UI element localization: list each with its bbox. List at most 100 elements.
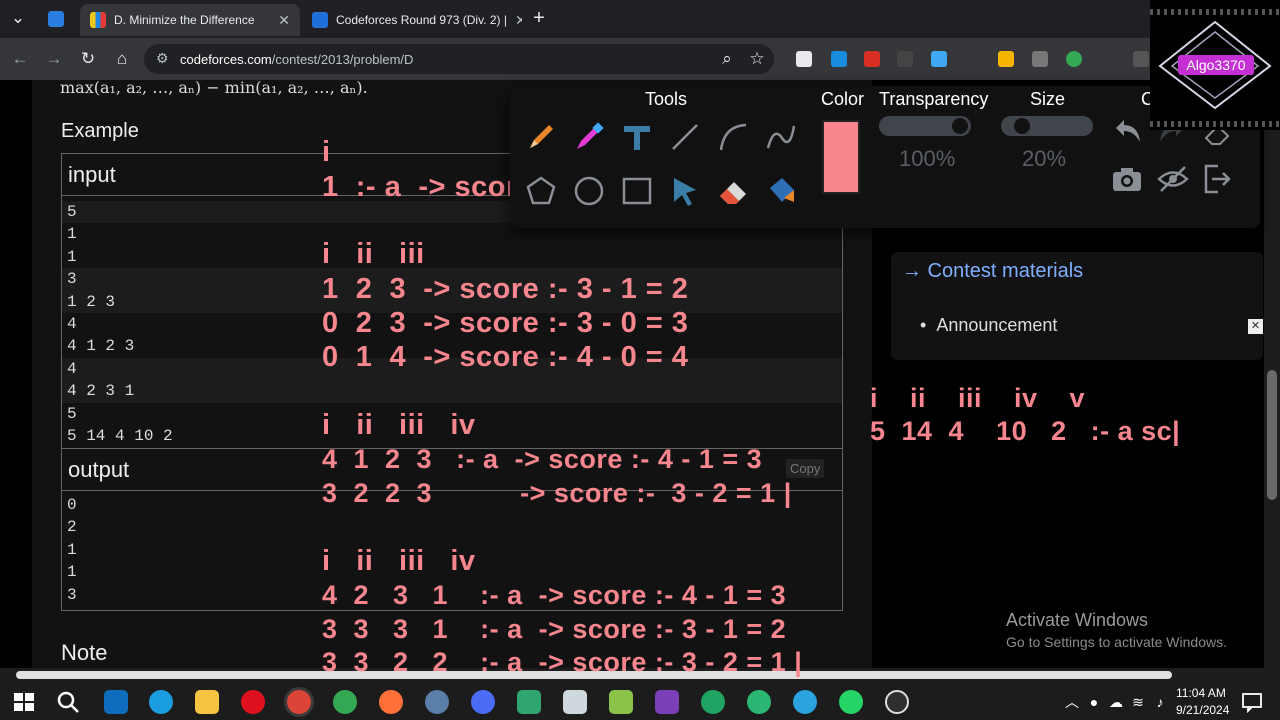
note-title: Note: [61, 640, 108, 665]
extension-grid-icon[interactable]: [796, 51, 812, 67]
zoom-icon[interactable]: ⌕: [715, 47, 739, 71]
url-path: /contest/2013/problem/D: [271, 51, 414, 67]
close-tab-icon[interactable]: ✕: [278, 12, 290, 29]
color-swatch[interactable]: [822, 120, 860, 194]
tab-minimize-difference[interactable]: D. Minimize the Difference ✕: [80, 4, 300, 36]
extension-chart-icon[interactable]: [998, 51, 1014, 67]
close-small-icon[interactable]: ✕: [1248, 319, 1263, 334]
close-tab-icon[interactable]: ✕: [515, 12, 522, 29]
highlighter-icon[interactable]: [570, 118, 608, 156]
curve-tool-icon[interactable]: [762, 118, 800, 156]
cube-app-icon[interactable]: [517, 690, 541, 714]
chrome-active-icon[interactable]: [287, 690, 311, 714]
firefox-icon[interactable]: [379, 690, 403, 714]
code-app-icon[interactable]: [701, 690, 725, 714]
extension-download-icon[interactable]: [1032, 51, 1048, 67]
windows-start-icon[interactable]: [12, 690, 36, 714]
extension-gem-icon[interactable]: [931, 51, 947, 67]
edge-icon[interactable]: [149, 690, 173, 714]
pencil-icon[interactable]: [522, 118, 560, 156]
green-app-icon[interactable]: [747, 690, 771, 714]
clock-time[interactable]: 11:04 AM: [1176, 686, 1226, 700]
activate-windows-title: Activate Windows: [1006, 610, 1149, 630]
tab-codeforces-round[interactable]: Codeforces Round 973 (Div. 2) | ✕: [302, 4, 522, 36]
tools-header: Tools: [645, 89, 688, 109]
tab-title: Codeforces Round 973 (Div. 2) |: [336, 13, 507, 27]
camera-icon[interactable]: [1108, 160, 1146, 198]
fill-bucket-icon[interactable]: [762, 172, 800, 210]
annotation-line: 5 14 4 10 2 :- a sc|: [870, 416, 1181, 446]
new-tab-button[interactable]: +: [527, 6, 551, 30]
eraser-icon[interactable]: [714, 172, 752, 210]
channel-logo-text: Algo3370: [1178, 55, 1254, 75]
opera-icon[interactable]: [241, 690, 265, 714]
back-arrow-icon[interactable]: ←: [8, 47, 32, 71]
cloud-icon[interactable]: ☁: [1104, 690, 1128, 714]
exit-icon[interactable]: [1198, 160, 1236, 198]
size-slider-knob[interactable]: [1014, 118, 1030, 134]
file-explorer-icon[interactable]: [195, 690, 219, 714]
annotation-line: 1 2 3 -> score :- 3 - 1 = 2: [322, 273, 689, 305]
extension-plus-icon[interactable]: [1066, 51, 1082, 67]
telegram-icon[interactable]: [793, 690, 817, 714]
extension-blue-icon[interactable]: [831, 51, 847, 67]
annotation-line: 1 :- a -> score: [322, 171, 535, 203]
search-icon[interactable]: [56, 690, 80, 714]
rectangle-tool-icon[interactable]: [618, 172, 656, 210]
annotation-line: i ii iii: [322, 238, 425, 270]
outlook-icon[interactable]: [104, 690, 128, 714]
input-line: 4 2 3 1: [62, 380, 842, 403]
size-value: 20%: [1022, 146, 1067, 171]
announcement-link[interactable]: • Announcement: [920, 315, 1057, 336]
annotation-line: 3 3 2 2 :- a -> score :- 3 - 2 = 1 |: [322, 647, 803, 677]
clock-date[interactable]: 9/21/2024: [1176, 703, 1229, 717]
settings-gear-icon[interactable]: [425, 690, 449, 714]
copy-button[interactable]: Copy: [786, 459, 825, 478]
extension-frame-icon[interactable]: [897, 51, 913, 67]
forward-arrow-icon[interactable]: →: [42, 47, 66, 71]
reload-icon[interactable]: ↻: [76, 47, 100, 71]
text-tool-icon[interactable]: [618, 118, 656, 156]
home-icon[interactable]: ⌂: [110, 47, 134, 71]
notification-icon[interactable]: [1240, 690, 1264, 714]
microphone-icon[interactable]: ●: [1082, 690, 1106, 714]
chrome-icon[interactable]: [333, 690, 357, 714]
transparency-slider-knob[interactable]: [952, 118, 968, 134]
address-bar[interactable]: ⚙ codeforces.com/contest/2013/problem/D: [144, 44, 774, 74]
undo-icon[interactable]: [1108, 114, 1146, 152]
output-line: 2: [67, 518, 77, 537]
bookmark-star-icon[interactable]: ☆: [745, 47, 769, 71]
cube-app-2-icon[interactable]: [563, 690, 587, 714]
transparency-value: 100%: [899, 146, 956, 171]
annotation-line: i: [322, 136, 331, 168]
pointer-tool-icon[interactable]: [666, 172, 704, 210]
visual-studio-icon[interactable]: [655, 690, 679, 714]
site-info-icon[interactable]: ⚙: [156, 50, 169, 67]
annotation-line: 4 1 2 3 :- a -> score :- 4 - 1 = 3: [322, 444, 763, 474]
checkmark-app-icon[interactable]: [471, 690, 495, 714]
extension-infinity-icon[interactable]: [1133, 51, 1149, 67]
annotation-line: 3 2 2 3 -> score :- 3 - 2 = 1 |: [322, 478, 792, 508]
example-title: Example: [61, 120, 139, 142]
size-header: Size: [1030, 89, 1066, 109]
annotation-line: i ii iii iv v: [870, 383, 1086, 413]
vertical-scroll-thumb[interactable]: [1267, 370, 1277, 500]
volume-icon[interactable]: ♪: [1148, 690, 1172, 714]
pentagon-tool-icon[interactable]: [522, 172, 560, 210]
wifi-icon[interactable]: ≋: [1126, 690, 1150, 714]
whatsapp-icon[interactable]: [839, 690, 863, 714]
tray-chevron-icon[interactable]: ︿: [1060, 690, 1084, 714]
annotation-line: 0 1 4 -> score :- 4 - 0 = 4: [322, 341, 689, 373]
extension-calendar-icon[interactable]: [864, 51, 880, 67]
line-tool-icon[interactable]: [666, 118, 704, 156]
arc-tool-icon[interactable]: [714, 118, 752, 156]
annotation-line: 0 2 3 -> score :- 3 - 0 = 3: [322, 307, 689, 339]
circle-tool-icon[interactable]: [570, 172, 608, 210]
pinned-tab-gem-icon[interactable]: [48, 11, 64, 27]
notepad-app-icon[interactable]: [609, 690, 633, 714]
transparency-header: Transparency: [879, 89, 989, 109]
contest-materials-title: → Contest materials: [902, 260, 1084, 282]
obs-icon[interactable]: [885, 690, 909, 714]
tab-search-chevron-icon[interactable]: ⌄: [6, 6, 30, 30]
hide-eye-icon[interactable]: [1154, 160, 1192, 198]
